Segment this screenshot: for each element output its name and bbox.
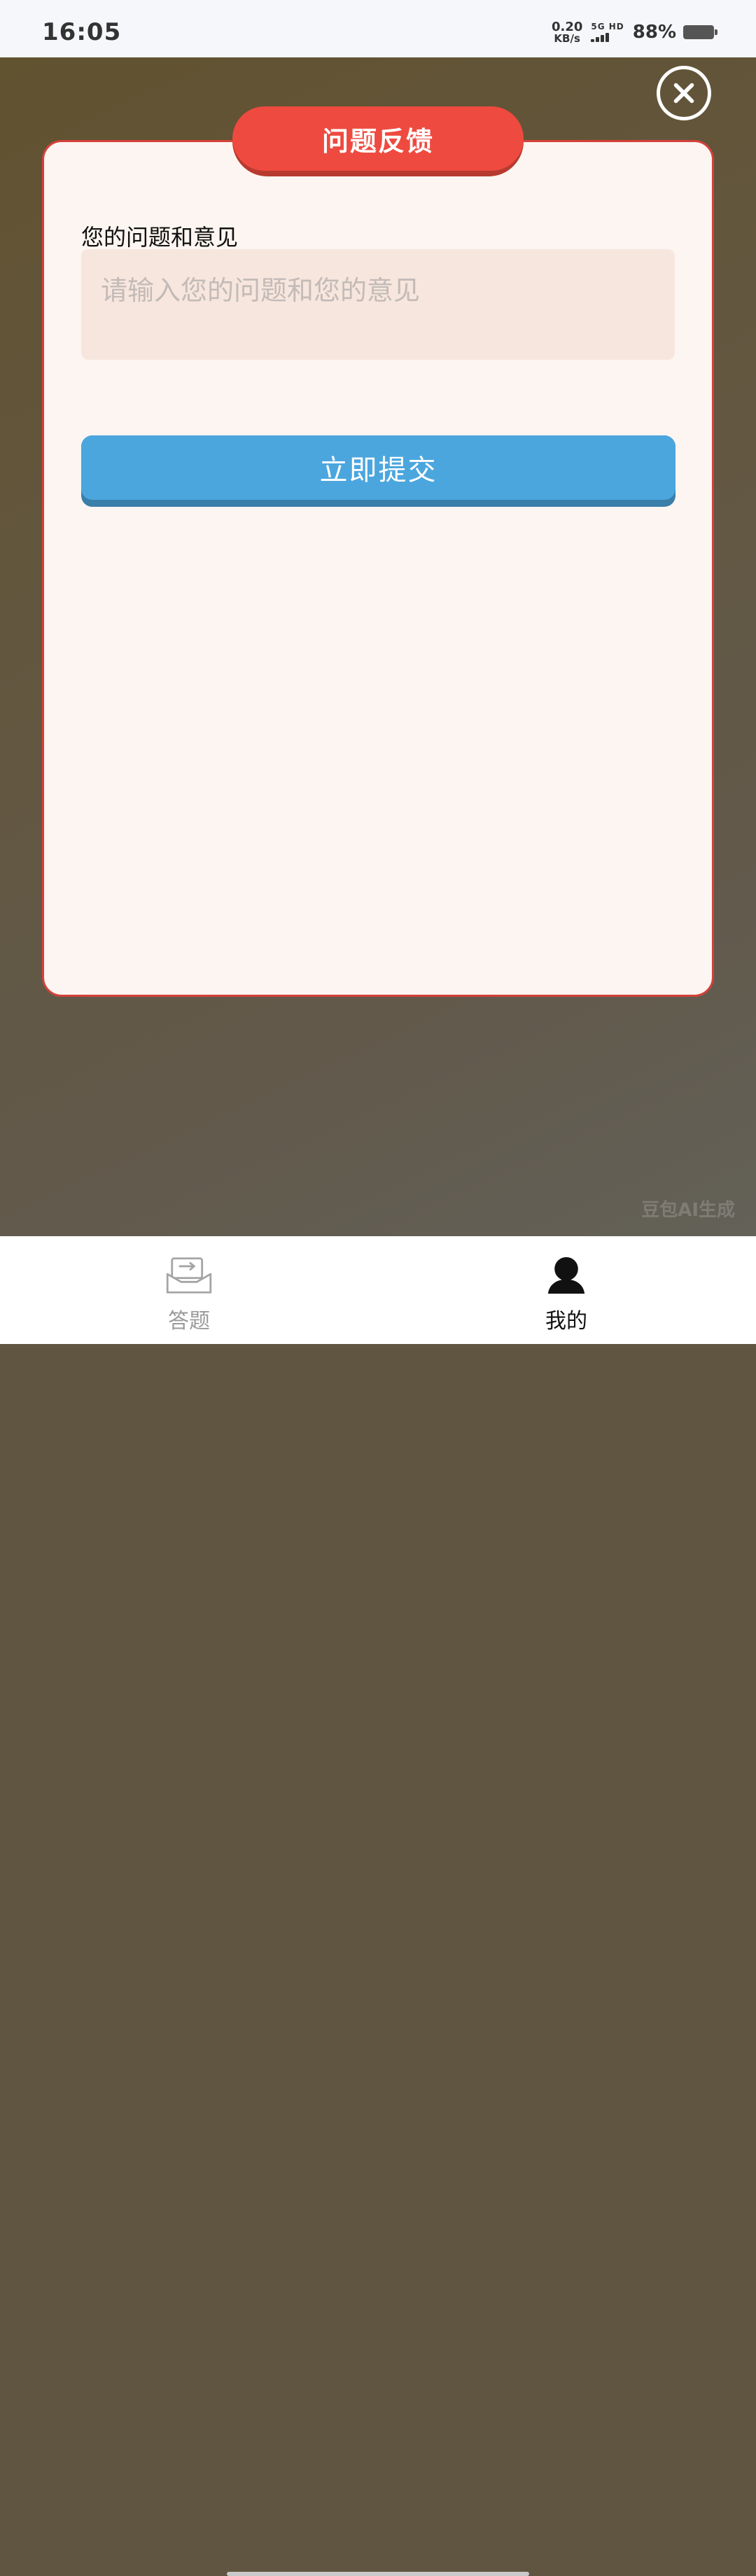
user-icon [547, 1256, 585, 1294]
inbox-icon [166, 1257, 212, 1294]
network-speed-unit: KB/s [554, 32, 580, 45]
bottom-nav: 答题 我的 [0, 1236, 756, 2576]
close-icon [673, 83, 694, 104]
close-button[interactable] [657, 66, 711, 120]
dialog-title: 问题反馈 [232, 106, 524, 171]
signal-indicator: 5G HD [591, 22, 624, 42]
network-type-label: 5G HD [591, 22, 624, 31]
status-bar: 16:05 0.20 KB/s 5G HD 88% [0, 0, 756, 57]
status-time: 16:05 [42, 18, 122, 46]
battery-percentage: 88% [632, 22, 676, 43]
nav-item-mine[interactable]: 我的 [496, 1236, 636, 1334]
submit-button[interactable]: 立即提交 [81, 435, 676, 500]
feedback-field-label: 您的问题和意见 [81, 224, 239, 251]
network-speed: 0.20 KB/s [552, 21, 582, 45]
status-indicators: 0.20 KB/s 5G HD 88% [552, 21, 718, 45]
home-indicator[interactable] [227, 2572, 529, 2576]
feedback-input[interactable] [81, 249, 675, 360]
signal-bars-icon [591, 32, 610, 42]
nav-item-answer[interactable]: 答题 [119, 1236, 259, 1334]
battery-icon [683, 25, 718, 39]
nav-label-answer: 答题 [168, 1309, 210, 1334]
nav-label-mine: 我的 [545, 1309, 587, 1334]
ai-watermark: 豆包AI生成 [641, 1200, 735, 1221]
